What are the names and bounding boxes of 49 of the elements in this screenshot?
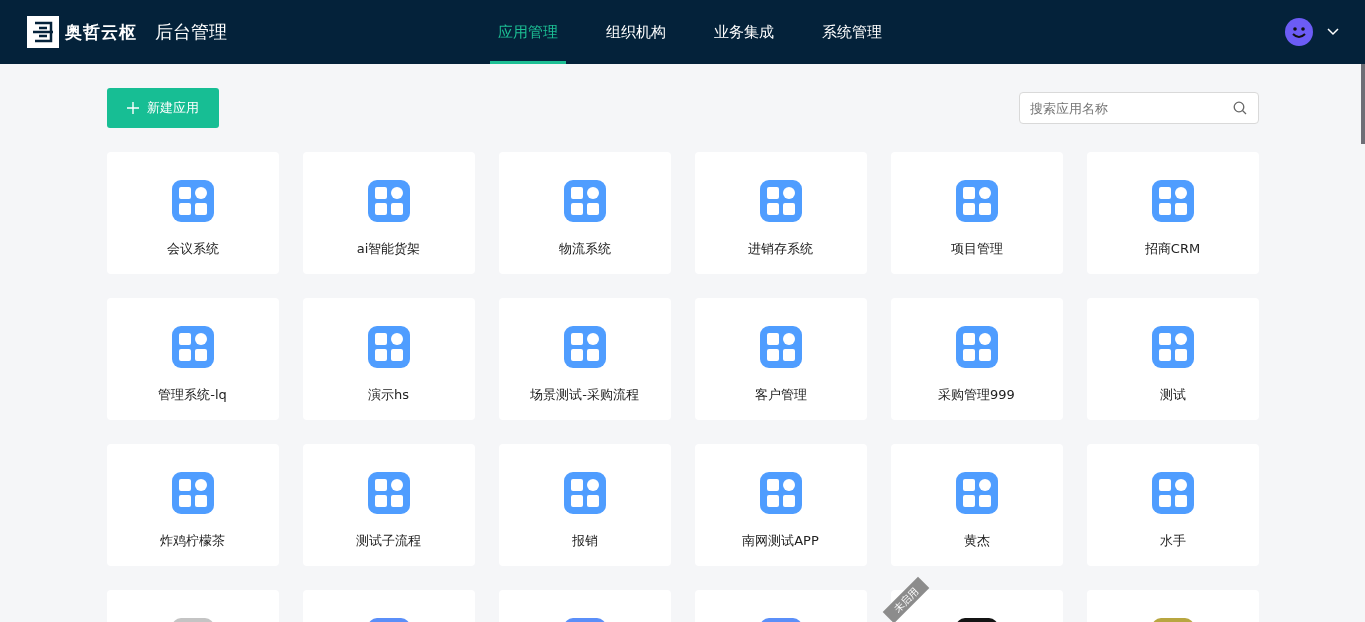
app-name: 进销存系统 xyxy=(748,240,813,258)
nav-tab[interactable]: 应用管理 xyxy=(490,0,566,64)
app-card[interactable]: 采购管理999 xyxy=(890,298,1063,420)
app-card[interactable]: ai智能货架 xyxy=(302,152,475,274)
app-card[interactable]: 测试子流程 xyxy=(302,444,475,566)
nav-tab[interactable]: 组织机构 xyxy=(598,0,674,64)
app-card[interactable]: 会议系统 xyxy=(106,152,279,274)
app-card[interactable]: 演示hs xyxy=(302,298,475,420)
app-name: 黄杰 xyxy=(963,532,990,550)
app-name: ai智能货架 xyxy=(356,240,421,258)
app-name: 报销 xyxy=(571,532,598,550)
app-name: 招商CRM xyxy=(1144,240,1201,258)
app-name: 测试子流程 xyxy=(356,532,421,550)
app-name: 物流系统 xyxy=(558,240,611,258)
app-name: 项目管理 xyxy=(950,240,1003,258)
app-card[interactable]: 进销存系统 xyxy=(694,152,867,274)
brand-name: 奥哲云枢 xyxy=(65,20,137,44)
app-card[interactable]: 物流系统 xyxy=(498,152,671,274)
app-card[interactable]: 报销 xyxy=(498,444,671,566)
app-card[interactable]: 管理系统-lq xyxy=(106,298,279,420)
avatar-icon[interactable] xyxy=(1285,18,1313,46)
app-name: 演示hs xyxy=(368,386,409,404)
plus-icon xyxy=(126,102,139,114)
app-card[interactable]: 客户管理 xyxy=(694,298,867,420)
nav-tab[interactable]: 系统管理 xyxy=(814,0,890,64)
search-field[interactable]: 搜索应用名称 xyxy=(1018,92,1259,124)
app-name: 采购管理999 xyxy=(938,386,1015,404)
app-card[interactable]: 测试 xyxy=(1086,298,1259,420)
app-name: 会议系统 xyxy=(166,240,219,258)
app-card[interactable]: 南网测试APP xyxy=(694,444,867,566)
app-card[interactable]: 炸鸡柠檬茶 xyxy=(106,444,279,566)
app-card[interactable]: 场景测试-采购流程 xyxy=(498,298,671,420)
app-name: 测试 xyxy=(1159,386,1186,404)
app-title: 后台管理 xyxy=(155,20,227,44)
app-name: 场景测试-采购流程 xyxy=(530,386,639,404)
app-card[interactable]: 项目管理 xyxy=(890,152,1063,274)
app-card[interactable]: 黄杰 xyxy=(890,444,1063,566)
logo-icon xyxy=(27,16,59,48)
app-card[interactable]: 水手 xyxy=(1086,444,1259,566)
nav-tab[interactable]: 业务集成 xyxy=(706,0,782,64)
app-name: 水手 xyxy=(1159,532,1186,550)
app-name: 管理系统-lq xyxy=(158,386,227,404)
app-name: 客户管理 xyxy=(754,386,807,404)
scrollbar-thumb[interactable] xyxy=(1361,64,1365,144)
app-name: 炸鸡柠檬茶 xyxy=(160,532,225,550)
app-card[interactable]: 招商CRM xyxy=(1086,152,1259,274)
chevron-down-icon[interactable] xyxy=(1327,28,1339,36)
app-name: 南网测试APP xyxy=(742,532,819,550)
search-icon xyxy=(1232,101,1247,115)
